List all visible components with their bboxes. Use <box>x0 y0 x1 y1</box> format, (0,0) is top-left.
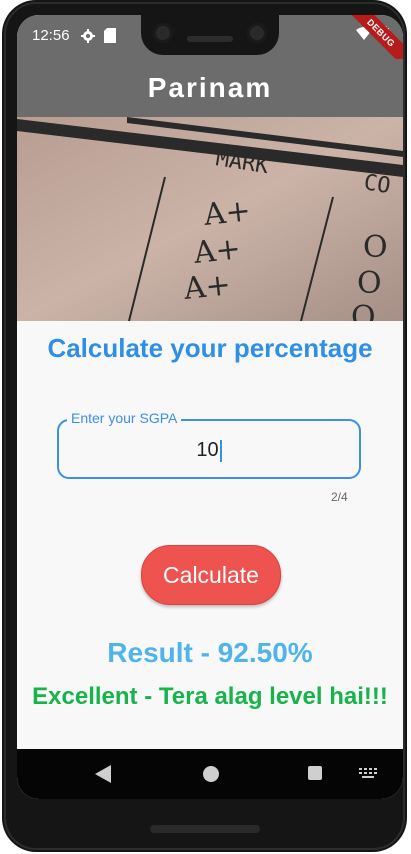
earpiece-speaker <box>187 36 233 42</box>
keyboard-icon[interactable] <box>359 768 377 778</box>
mark-2: O <box>357 266 382 301</box>
calculate-button[interactable]: Calculate <box>141 545 281 605</box>
front-camera <box>153 23 173 43</box>
front-sensor <box>247 23 267 43</box>
settings-icon <box>81 29 95 43</box>
bottom-speaker <box>150 825 260 833</box>
home-icon[interactable] <box>203 766 219 782</box>
phone-frame: 12:56 DEBUG Parinam MARK CO A+ A+ A+ O O… <box>2 0 407 852</box>
sgpa-input-value: 10 <box>196 439 219 461</box>
navigation-bar <box>17 749 403 799</box>
app-title: Parinam <box>147 72 273 103</box>
camera-notch <box>141 15 279 55</box>
remark-text: Excellent - Tera alag level hai!!! <box>32 683 388 710</box>
back-icon[interactable] <box>95 765 111 783</box>
recent-apps-icon[interactable] <box>308 766 322 780</box>
mark-3: O <box>351 300 376 321</box>
result-text: Result - 92.50% <box>107 637 313 668</box>
sd-card-icon <box>104 28 116 43</box>
page-title: Calculate your percentage <box>47 333 373 363</box>
character-counter: 2/4 <box>331 490 348 504</box>
marksheet-illustration: MARK CO A+ A+ A+ O O O <box>17 117 403 321</box>
marksheet-header-co: CO <box>362 170 392 199</box>
text-cursor <box>219 439 222 462</box>
status-time: 12:56 <box>32 27 70 44</box>
sgpa-field-label: Enter your SGPA <box>67 410 182 426</box>
grade-1: A+ <box>201 193 252 233</box>
sgpa-field[interactable]: Enter your SGPA 10 <box>57 410 361 479</box>
app-bar: Parinam <box>17 59 403 117</box>
hero-image-marksheet: MARK CO A+ A+ A+ O O O <box>17 117 403 321</box>
grade-3: A+ <box>181 267 232 307</box>
status-bar: 12:56 DEBUG <box>17 15 403 75</box>
grade-2: A+ <box>191 231 242 271</box>
mark-1: O <box>363 230 388 265</box>
sgpa-input[interactable]: 10 <box>59 439 359 462</box>
screen: 12:56 DEBUG Parinam MARK CO A+ A+ A+ O O… <box>17 15 403 799</box>
